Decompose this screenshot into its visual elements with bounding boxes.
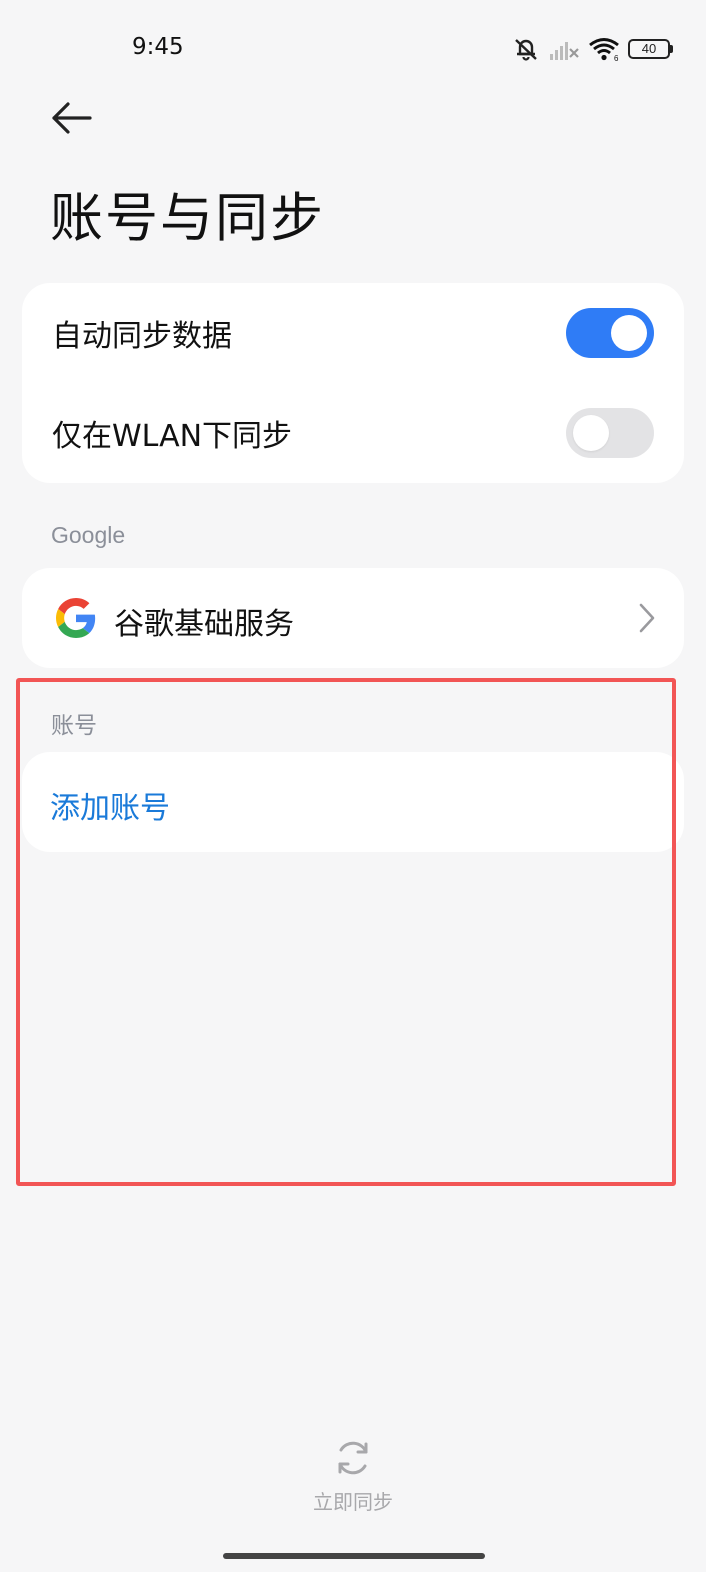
add-account-item[interactable]: 添加账号: [22, 752, 684, 852]
wlan-only-row[interactable]: 仅在WLAN下同步: [22, 383, 684, 483]
accounts-section-header: 账号: [51, 712, 97, 738]
wlan-only-label: 仅在WLAN下同步: [52, 419, 293, 454]
google-services-label: 谷歌基础服务: [114, 607, 294, 642]
sync-now-label: 立即同步: [313, 1490, 393, 1514]
toggle-knob: [573, 415, 609, 451]
chevron-right-icon: [639, 603, 655, 633]
sync-now-button[interactable]: 立即同步: [303, 1438, 403, 1515]
status-bar: 9:45 6 40: [0, 0, 706, 96]
page-title: 账号与同步: [50, 188, 325, 249]
back-arrow-icon: [52, 102, 92, 134]
auto-sync-toggle[interactable]: [566, 308, 654, 358]
svg-text:6: 6: [614, 54, 619, 62]
wifi-icon: 6: [589, 38, 619, 62]
sync-icon: [338, 1441, 368, 1475]
status-time: 9:45: [132, 34, 184, 60]
no-signal-icon: [550, 42, 579, 60]
back-button[interactable]: [48, 96, 96, 140]
toggle-knob: [611, 315, 647, 351]
auto-sync-row[interactable]: 自动同步数据: [22, 283, 684, 383]
sync-settings-card: 自动同步数据 仅在WLAN下同步: [22, 283, 684, 483]
google-section-header: Google: [51, 522, 126, 548]
mute-bell-icon: [515, 39, 537, 61]
battery-icon: 40: [628, 39, 673, 59]
auto-sync-label: 自动同步数据: [52, 319, 232, 354]
google-g-icon: [56, 598, 96, 638]
wlan-only-toggle[interactable]: [566, 408, 654, 458]
home-indicator[interactable]: [223, 1553, 485, 1559]
google-services-item[interactable]: 谷歌基础服务: [22, 568, 684, 668]
status-icons: 6 40: [512, 34, 673, 64]
add-account-label: 添加账号: [50, 791, 170, 826]
